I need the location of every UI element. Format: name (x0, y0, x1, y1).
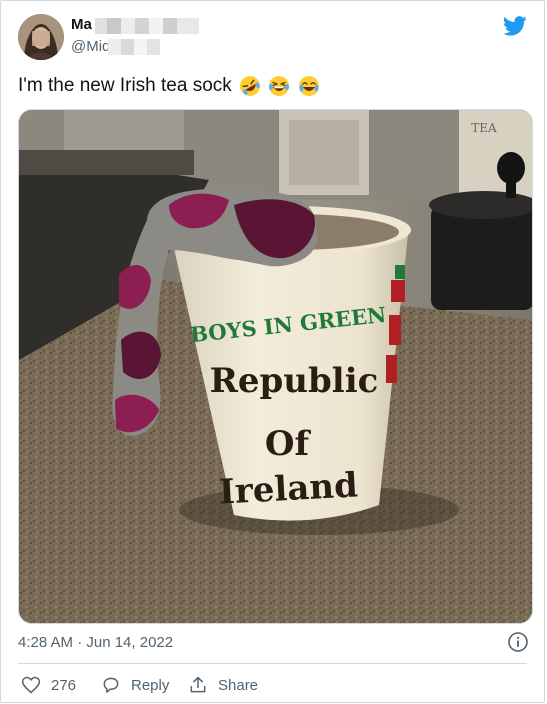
share-icon (190, 676, 206, 693)
redacted-name (95, 18, 199, 34)
like-count: 276 (51, 676, 77, 694)
reply-bubble-icon (103, 677, 119, 693)
info-icon[interactable] (507, 631, 529, 653)
twitter-bird-icon[interactable] (503, 16, 527, 36)
reply-button[interactable]: Reply (101, 674, 169, 696)
avatar[interactable] (18, 14, 64, 60)
redacted-handle (108, 39, 160, 55)
share-label: Share (218, 676, 259, 694)
divider (18, 663, 527, 664)
grinning-squinting-tears-emoji-icon (269, 75, 290, 96)
reply-label: Reply (131, 676, 170, 694)
share-button[interactable]: Share (188, 674, 258, 696)
timestamp-text: 4:28 AM · Jun 14, 2022 (18, 634, 174, 651)
user-handle[interactable]: @Mid (71, 38, 110, 55)
mug-line-2: Of (265, 424, 312, 464)
tweet-text-body: I'm the new Irish tea sock (18, 75, 232, 96)
like-button[interactable]: 276 (21, 674, 76, 696)
mug-with-sock-photo: TEA BOYS IN GREEN Republic Of Ireland (19, 110, 532, 623)
display-name-text: Ma (71, 16, 92, 33)
mug-line-3: Ireland (218, 465, 359, 512)
tears-of-joy-emoji-icon (298, 75, 319, 96)
display-name[interactable]: Ma (71, 16, 92, 33)
user-handle-text: @Mid (71, 38, 111, 55)
mug-line-1: Republic (210, 361, 379, 401)
tweet-photo[interactable]: TEA BOYS IN GREEN Republic Of Ireland (18, 109, 533, 624)
pot-label-text: TEA (471, 121, 497, 135)
tweet-card: Ma @Mid I'm the new Irish tea sock TEA B… (0, 0, 545, 703)
rolling-laughing-emoji-icon (240, 75, 261, 96)
tweet-timestamp[interactable]: 4:28 AM · Jun 14, 2022 (18, 634, 173, 651)
heart-icon (21, 676, 41, 694)
tweet-text: I'm the new Irish tea sock (18, 73, 320, 99)
